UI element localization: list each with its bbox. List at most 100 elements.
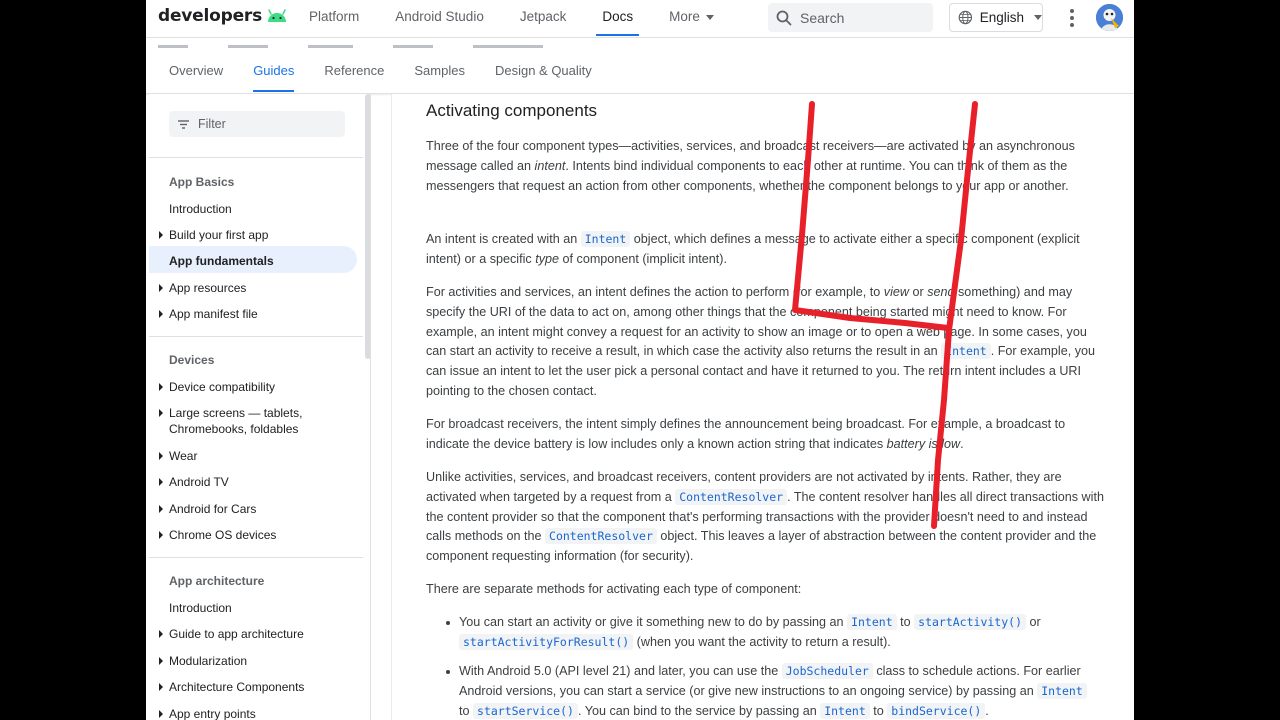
code-startactivity-link[interactable]: startActivity() (914, 614, 1026, 630)
tab-samples[interactable]: Samples (399, 48, 480, 94)
sidebar-scrollbar[interactable] (365, 94, 370, 359)
sidebar-divider (149, 336, 363, 337)
logo-text: developers (158, 6, 263, 26)
top-nav-more-label: More (669, 9, 700, 24)
code-jobscheduler-link[interactable]: JobScheduler (781, 663, 873, 679)
globe-icon (958, 10, 973, 25)
code-intent-link[interactable]: Intent (580, 231, 631, 247)
text: (when you want the activity to return a … (633, 634, 891, 649)
top-app-bar: developers Platform Android Studio Jetpa… (146, 0, 1134, 38)
avatar[interactable] (1096, 4, 1123, 31)
emphasis: battery is low (886, 436, 961, 451)
top-nav: Platform Android Studio Jetpack Docs Mor… (291, 0, 732, 36)
code-bindservice-link[interactable]: bindService() (887, 702, 986, 719)
paragraph-5: Unlike activities, services, and broadca… (426, 468, 1106, 567)
emphasis: type (535, 251, 560, 266)
code-startservice-link[interactable]: startService() (473, 702, 578, 719)
sidebar-item-device-compatibility[interactable]: Device compatibility (158, 379, 275, 395)
sidebar-item-app-resources[interactable]: App resources (158, 280, 246, 296)
emphasis: intent (534, 158, 566, 173)
top-nav-more[interactable]: More (651, 0, 732, 36)
android-head-icon (268, 9, 287, 22)
text: An intent is created with an (426, 232, 581, 246)
code-intent-link[interactable]: Intent (941, 343, 991, 360)
emphasis: send (927, 285, 955, 299)
tab-design-quality[interactable]: Design & Quality (480, 48, 607, 94)
sidebar-item-large-screens-line2[interactable]: Chromebooks, foldables (169, 421, 298, 437)
sidebar-item-guide-app-architecture[interactable]: Guide to app architecture (159, 626, 304, 642)
filter-icon (178, 119, 189, 129)
section-tabs: Overview Guides Reference Samples Design… (146, 48, 607, 94)
sidebar-item-wear[interactable]: Wear (158, 448, 197, 464)
emphasis: view (883, 285, 909, 299)
sidebar-item-app-entry-points[interactable]: App entry points (159, 706, 256, 720)
text: . (985, 703, 989, 718)
filter-input[interactable] (198, 117, 338, 131)
sidebar-divider (149, 157, 363, 158)
code-intent-link[interactable]: Intent (1037, 682, 1087, 699)
text: For broadcast receivers, the intent simp… (426, 417, 1066, 451)
sidebar-item-arch-introduction[interactable]: Introduction (169, 600, 232, 616)
sidebar-item-android-cars[interactable]: Android for Cars (158, 501, 256, 517)
text: For activities and services, an intent d… (426, 285, 884, 299)
sidebar-item-large-screens[interactable]: Large screens — tablets, (158, 405, 302, 421)
top-nav-platform[interactable]: Platform (291, 0, 377, 36)
section-tabs-bar: Overview Guides Reference Samples Design… (146, 48, 1134, 94)
sidebar-item-android-tv[interactable]: Android TV (159, 474, 229, 490)
text: . You can bind to the service by passing… (577, 703, 821, 718)
list-item: You can start an activity or give it som… (446, 613, 1099, 653)
sidebar-item-app-manifest[interactable]: App manifest file (159, 306, 258, 322)
top-nav-android-studio[interactable]: Android Studio (377, 0, 502, 36)
text: to (459, 703, 474, 718)
code-intent-link[interactable]: Intent (820, 702, 870, 719)
code-startactivityforresult-link[interactable]: startActivityForResult() (459, 633, 634, 650)
list-item: With Android 5.0 (API level 21) and late… (446, 662, 1099, 720)
paragraph-6: There are separate methods for activatin… (426, 582, 802, 596)
docs-sidebar: App Basics Introduction Build your first… (149, 94, 371, 720)
breadcrumb-shadow (158, 38, 698, 48)
top-nav-docs[interactable]: Docs (584, 0, 651, 36)
text: or (1026, 615, 1041, 629)
tab-guides[interactable]: Guides (238, 48, 309, 94)
paragraph-4: For broadcast receivers, the intent simp… (426, 415, 1106, 455)
paragraph-2: An intent is created with an Intent obje… (426, 230, 1106, 270)
sidebar-item-modularization[interactable]: Modularization (158, 653, 247, 669)
text: . (960, 436, 964, 451)
search-box[interactable] (768, 3, 933, 32)
top-nav-jetpack[interactable]: Jetpack (502, 0, 585, 36)
sidebar-item-architecture-components[interactable]: Architecture Components (158, 679, 304, 695)
paragraph-3: For activities and services, an intent d… (426, 283, 1106, 402)
more-options-icon[interactable] (1060, 6, 1084, 30)
text: to (896, 615, 915, 629)
sidebar-section-app-architecture[interactable]: App architecture (169, 574, 264, 588)
section-heading: Activating components (426, 101, 598, 120)
developers-logo[interactable]: developers (158, 6, 288, 26)
sidebar-item-app-fundamentals[interactable]: App fundamentals (169, 253, 274, 269)
text: or (909, 285, 928, 299)
text: With Android 5.0 (API level 21) and late… (459, 664, 782, 678)
article-content: Activating components Three of the four … (391, 94, 1134, 720)
filter-box[interactable] (169, 111, 345, 137)
search-input[interactable] (800, 9, 920, 26)
text: You can start an activity or give it som… (459, 615, 848, 629)
text: to (869, 703, 888, 718)
sidebar-divider (149, 557, 363, 558)
sidebar-item-introduction[interactable]: Introduction (169, 201, 232, 217)
language-select[interactable]: English (949, 3, 1043, 32)
sidebar-section-devices[interactable]: Devices (169, 353, 214, 367)
language-label: English (979, 10, 1024, 25)
text: of component (implicit intent). (559, 251, 728, 266)
browser-page: developers Platform Android Studio Jetpa… (146, 0, 1134, 720)
code-intent-link[interactable]: Intent (847, 614, 897, 630)
sidebar-item-build-first-app[interactable]: Build your first app (158, 227, 268, 243)
search-icon (776, 10, 792, 25)
sidebar-section-app-basics[interactable]: App Basics (169, 175, 234, 189)
sidebar-item-chrome-os[interactable]: Chrome OS devices (158, 527, 276, 543)
code-contentresolver-link[interactable]: ContentResolver (545, 528, 657, 545)
tab-overview[interactable]: Overview (154, 48, 238, 94)
chevron-down-icon (705, 14, 714, 20)
code-contentresolver-link[interactable]: ContentResolver (675, 488, 788, 505)
tab-reference[interactable]: Reference (309, 48, 399, 94)
avatar-image (1096, 4, 1123, 31)
paragraph-1: Three of the four component types—activi… (426, 137, 1106, 196)
